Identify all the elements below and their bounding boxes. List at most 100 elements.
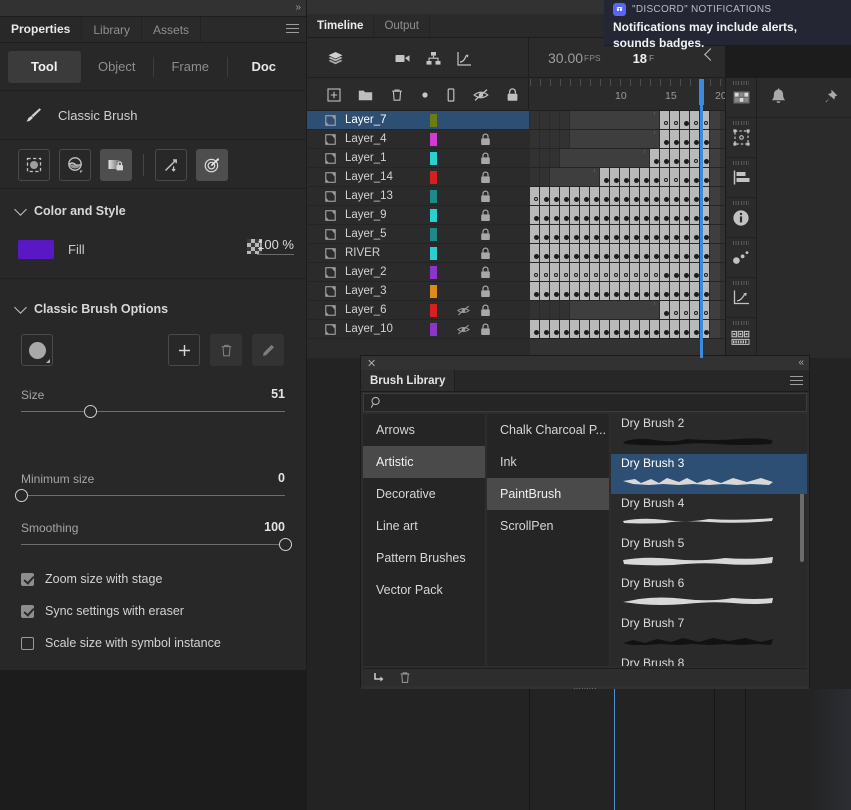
motion-path-icon[interactable] [726, 238, 756, 278]
smoothing-slider-value[interactable]: 100 [264, 520, 285, 534]
keyframe-cell[interactable] [600, 187, 610, 205]
frame-cell[interactable] [540, 111, 550, 129]
keyframe-cell[interactable] [640, 263, 650, 281]
keyframe-cell[interactable] [640, 244, 650, 262]
layer-row[interactable]: Layer_7 [307, 111, 529, 130]
keyframe-cell[interactable] [640, 282, 650, 300]
brush-category-item[interactable]: Arrows [363, 414, 485, 446]
keyframe-cell[interactable] [630, 187, 640, 205]
zoom-size-with-stage-checkbox[interactable] [21, 572, 34, 586]
hamburger-menu-icon[interactable] [286, 24, 299, 36]
keyframe-cell[interactable] [650, 187, 660, 205]
frame-cell[interactable] [530, 149, 540, 167]
layer-row[interactable]: Layer_9 [307, 206, 529, 225]
keyframe-cell[interactable] [600, 320, 610, 338]
keyframe-cell[interactable] [550, 282, 560, 300]
plus-icon[interactable] [168, 334, 200, 366]
new-folder-icon[interactable] [358, 88, 373, 102]
keyframe-cell[interactable] [670, 168, 680, 186]
layer-locked-icon[interactable] [480, 266, 491, 279]
keyframe-cell[interactable] [610, 244, 620, 262]
keyframe-cell[interactable] [630, 206, 640, 224]
pencil-icon[interactable] [252, 334, 284, 366]
add-to-document-icon[interactable] [373, 671, 386, 684]
stage-canvas[interactable] [307, 689, 851, 810]
keyframe-cell[interactable] [530, 206, 540, 224]
brush-list-item[interactable]: Dry Brush 3 [611, 454, 807, 494]
hamburger-menu-icon[interactable] [790, 376, 803, 388]
keyframe-cell[interactable] [580, 206, 590, 224]
frame-row[interactable] [530, 320, 725, 339]
brush-category-item[interactable]: Decorative [363, 478, 485, 510]
keyframe-cell[interactable] [620, 168, 630, 186]
keyframe-cell[interactable] [540, 225, 550, 243]
keyframe-cell[interactable] [540, 244, 550, 262]
scale-arrows-icon[interactable] [155, 148, 187, 181]
keyframe-cell[interactable] [560, 282, 570, 300]
keyframe-cell[interactable] [650, 263, 660, 281]
alpha-value[interactable]: 100 % [257, 237, 294, 255]
align-icon[interactable] [726, 158, 756, 198]
fill-color-swatch[interactable] [18, 239, 54, 259]
keyframe-cell[interactable] [640, 206, 650, 224]
keyframe-cell[interactable] [590, 225, 600, 243]
layer-locked-icon[interactable] [480, 304, 491, 317]
keyframe-cell[interactable] [680, 282, 690, 300]
frame-cell[interactable] [720, 130, 725, 148]
frame-cell[interactable] [550, 111, 560, 129]
keyframe-cell[interactable] [690, 282, 700, 300]
layer-color-swatch[interactable] [430, 114, 437, 127]
frame-picker-icon[interactable] [726, 318, 756, 358]
keyframe-cell[interactable] [670, 282, 680, 300]
classic-brush-options-header[interactable]: Classic Brush Options [0, 300, 168, 316]
layer-locked-icon[interactable] [480, 228, 491, 241]
zoom-size-with-stage-row[interactable]: Zoom size with stage [21, 572, 162, 586]
keyframe-cell[interactable] [620, 206, 630, 224]
keyframe-cell[interactable] [650, 206, 660, 224]
keyframe-cell[interactable] [610, 320, 620, 338]
keyframe-cell[interactable] [600, 282, 610, 300]
layer-locked-icon[interactable] [480, 323, 491, 336]
keyframe-cell[interactable] [540, 263, 550, 281]
transform-icon[interactable] [726, 118, 756, 158]
dock-grip[interactable] [733, 201, 749, 205]
keyframe-cell[interactable] [690, 130, 700, 148]
lock-fill-icon[interactable] [100, 148, 132, 181]
brush-list-item[interactable]: Dry Brush 5 [611, 534, 807, 574]
segment-tool[interactable]: Tool [8, 51, 81, 83]
frame-cell[interactable] [720, 225, 725, 243]
keyframe-cell[interactable] [660, 282, 670, 300]
keyframe-cell[interactable] [660, 206, 670, 224]
frame-cell[interactable] [720, 282, 725, 300]
layer-locked-icon[interactable] [480, 209, 491, 222]
layer-color-swatch[interactable] [430, 247, 437, 260]
keyframe-cell[interactable] [620, 282, 630, 300]
chevron-double-right-icon[interactable]: » [295, 2, 300, 13]
keyframe-cell[interactable] [580, 263, 590, 281]
search-field[interactable] [363, 393, 807, 412]
keyframe-cell[interactable] [690, 111, 700, 129]
playhead-handle[interactable] [699, 79, 704, 105]
size-slider-value[interactable]: 51 [271, 387, 285, 401]
layer-color-swatch[interactable] [430, 323, 437, 336]
brush-subcategory-list[interactable]: Chalk Charcoal P... Ink PaintBrush ScrollPe… [487, 414, 609, 666]
close-icon[interactable]: ✕ [367, 357, 376, 370]
lock-all-layers-icon[interactable] [506, 87, 519, 102]
segment-frame[interactable]: Frame [154, 51, 227, 83]
keyframe-cell[interactable] [680, 206, 690, 224]
tab-timeline[interactable]: Timeline [307, 14, 375, 37]
keyframe-cell[interactable] [620, 225, 630, 243]
keyframe-cell[interactable] [560, 187, 570, 205]
tab-library[interactable]: Library [82, 17, 143, 42]
minimum-size-slider-knob[interactable] [15, 489, 28, 502]
keyframe-cell[interactable] [570, 263, 580, 281]
notification-bell-icon[interactable] [769, 87, 788, 108]
keyframe-cell[interactable] [660, 130, 670, 148]
layer-color-swatch[interactable] [430, 285, 437, 298]
keyframe-cell[interactable] [690, 225, 700, 243]
layer-color-swatch[interactable] [430, 228, 437, 241]
keyframe-cell[interactable] [570, 187, 580, 205]
frame-row[interactable] [530, 244, 725, 263]
keyframe-cell[interactable] [680, 301, 690, 319]
delete-layer-icon[interactable] [390, 88, 404, 102]
